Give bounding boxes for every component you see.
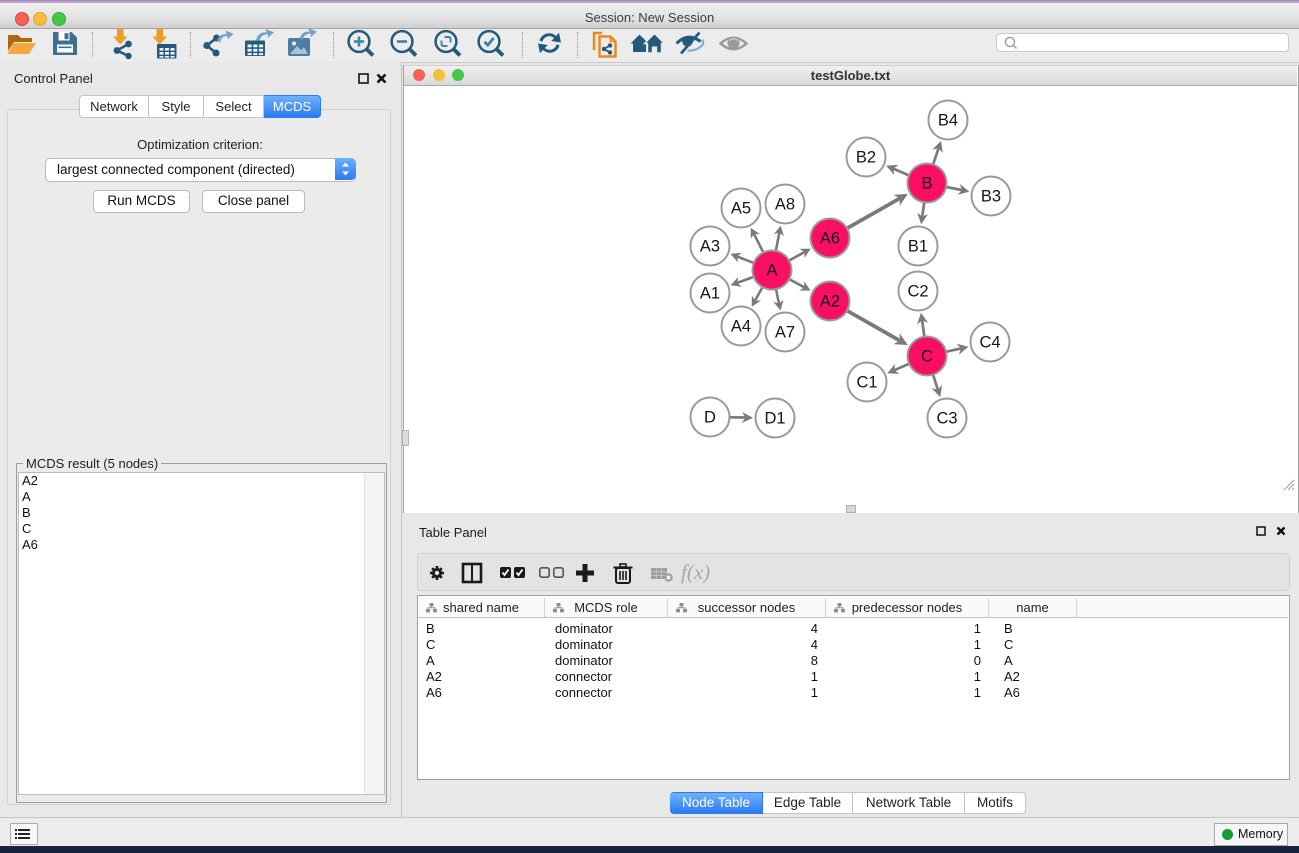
svg-text:A6: A6	[820, 230, 840, 248]
svg-text:B1: B1	[908, 238, 928, 256]
svg-text:C2: C2	[907, 283, 928, 301]
svg-text:B2: B2	[856, 149, 876, 167]
svg-text:C3: C3	[936, 410, 957, 428]
svg-text:B3: B3	[981, 188, 1001, 206]
svg-text:A8: A8	[775, 196, 795, 214]
svg-text:C1: C1	[856, 374, 877, 392]
svg-text:A7: A7	[775, 324, 795, 342]
svg-text:A4: A4	[731, 318, 751, 336]
svg-text:A: A	[766, 262, 777, 280]
svg-text:A1: A1	[700, 285, 720, 303]
svg-text:C4: C4	[979, 334, 1000, 352]
svg-text:A5: A5	[731, 200, 751, 218]
svg-text:B: B	[921, 175, 932, 193]
svg-text:B4: B4	[938, 112, 958, 130]
svg-text:D: D	[704, 409, 716, 427]
svg-text:C: C	[921, 348, 933, 366]
svg-text:A2: A2	[820, 293, 840, 311]
svg-text:A3: A3	[700, 238, 720, 256]
svg-text:D1: D1	[764, 410, 785, 428]
